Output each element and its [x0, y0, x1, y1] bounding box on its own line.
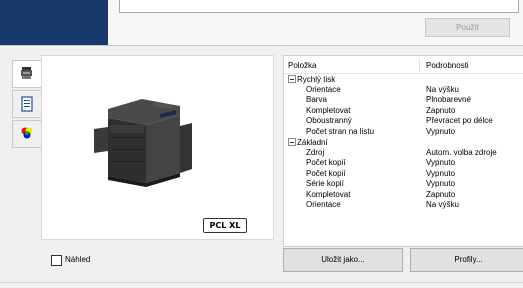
table-row[interactable]: Série kopií Vypnuto: [284, 179, 523, 190]
table-row[interactable]: Oboustranný Převracet po délce: [284, 116, 523, 127]
row-value: Plnobarevné: [426, 95, 471, 104]
table-row[interactable]: Počet kopií Vypnuto: [284, 158, 523, 169]
column-header-details[interactable]: Podrobnosti: [426, 61, 469, 70]
tab-printer-settings[interactable]: [12, 60, 41, 88]
settings-summary-table: Položka Podrobnosti Rychlý tisk Orientace…: [283, 55, 523, 247]
row-value: Zapnuto: [426, 189, 456, 199]
column-divider[interactable]: [419, 58, 420, 71]
document-icon: [21, 96, 33, 112]
brand-panel: [0, 0, 108, 45]
row-value: Autom. volba zdroje: [426, 147, 497, 157]
row-label: Zdroj: [306, 147, 325, 157]
row-value: Převracet po délce: [426, 116, 493, 125]
group-label-text: Rychlý tisk: [297, 75, 336, 84]
table-row[interactable]: Orientace Na výšku: [284, 200, 523, 211]
row-label: Počet kopií: [306, 158, 346, 167]
printer-icon: [94, 99, 192, 187]
pcl-xl-badge: PCL XL: [203, 218, 247, 233]
table-row[interactable]: Kompletovat Zapnuto: [284, 106, 523, 117]
table-row[interactable]: Kompletovat Zapnuto: [284, 190, 523, 201]
apply-button[interactable]: Použít: [425, 18, 510, 37]
collapse-icon[interactable]: [288, 75, 296, 83]
row-value: Na výšku: [426, 200, 459, 209]
bottom-divider: [0, 282, 523, 283]
table-row[interactable]: Počet stran na listu Vypnuto: [284, 127, 523, 138]
table-group-row[interactable]: Rychlý tisk: [284, 74, 523, 85]
row-label: Série kopií: [306, 179, 344, 188]
row-value: Vypnuto: [426, 158, 456, 167]
printer-settings-icon: [21, 67, 32, 79]
table-row[interactable]: Orientace Na výšku: [284, 85, 523, 96]
table-row[interactable]: Zdroj Autom. volba zdroje: [284, 148, 523, 159]
group-label-text: Základní: [297, 138, 328, 147]
row-label: Barva: [306, 95, 327, 104]
row-value: Na výšku: [426, 84, 459, 94]
row-label: Kompletovat: [306, 105, 351, 115]
table-row[interactable]: Barva Plnobarevné: [284, 95, 523, 106]
top-text-field[interactable]: [119, 0, 519, 13]
icon-tab-strip: [12, 60, 41, 150]
row-value: Vypnuto: [426, 168, 456, 178]
printer-preview-panel: PCL XL: [41, 55, 274, 240]
save-as-button[interactable]: Uložit jako...: [283, 248, 403, 272]
table-row[interactable]: Počet kopií Vypnuto: [284, 169, 523, 180]
row-label: Kompletovat: [306, 189, 351, 199]
table-header: Položka Podrobnosti: [284, 56, 523, 74]
tab-color[interactable]: [12, 120, 41, 148]
row-value: Zapnuto: [426, 105, 456, 115]
color-wheel-icon: [21, 127, 33, 139]
row-label: Orientace: [306, 84, 341, 94]
row-label: Počet stran na listu: [306, 126, 375, 136]
profiles-button[interactable]: Profily...: [410, 248, 523, 272]
row-label: Orientace: [306, 200, 341, 209]
row-value: Vypnuto: [426, 126, 456, 136]
collapse-icon[interactable]: [288, 138, 296, 146]
table-group-row[interactable]: Základní: [284, 137, 523, 148]
tab-document[interactable]: [12, 90, 41, 118]
row-label: Oboustranný: [306, 116, 352, 125]
row-value: Vypnuto: [426, 179, 456, 188]
preview-checkbox[interactable]: [51, 255, 62, 266]
row-label: Počet kopií: [306, 168, 346, 178]
header-separator: [0, 45, 523, 46]
column-header-item[interactable]: Položka: [288, 61, 316, 70]
preview-checkbox-label: Náhled: [65, 255, 91, 264]
